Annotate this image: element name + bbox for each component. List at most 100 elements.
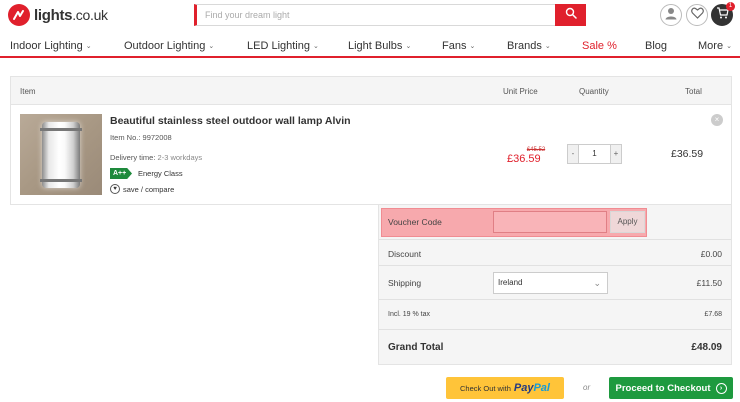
nav-item-label: Fans (442, 40, 467, 52)
quantity-input[interactable]: 1 (578, 145, 611, 163)
search-bar (194, 4, 586, 26)
item-no-label: Item No.: (110, 133, 141, 142)
nav-item-label: Brands (507, 40, 542, 52)
column-item: Item (20, 87, 36, 96)
main-nav: Indoor Lighting ⌄ Outdoor Lighting ⌄ LED L… (0, 36, 740, 58)
delivery-value: 2-3 workdays (157, 153, 203, 162)
chevron-down-icon: ⌄ (593, 278, 601, 288)
nav-item-blog[interactable]: Blog (645, 40, 667, 52)
search-icon (565, 6, 577, 24)
wishlist-button[interactable] (686, 4, 708, 26)
search-input[interactable] (197, 5, 553, 25)
proceed-label: Proceed to Checkout (615, 382, 711, 394)
nav-item-label: More (698, 40, 724, 52)
shipping-value: £11.50 (696, 278, 722, 288)
nav-item-sale[interactable]: Sale % (582, 40, 617, 52)
column-quantity: Quantity (579, 87, 609, 96)
cart-row: Beautiful stainless steel outdoor wall l… (11, 105, 731, 205)
save-compare-label: save / compare (123, 184, 175, 194)
nav-item-more[interactable]: More ⌄ (698, 40, 732, 52)
arrow-right-icon: › (715, 382, 727, 394)
grand-total-label: Grand Total (388, 342, 444, 353)
quantity-increase-button[interactable]: + (611, 145, 621, 163)
shipping-row: Shipping Ireland ⌄ £11.50 (379, 266, 731, 300)
paypal-logo: PayPal (514, 382, 550, 394)
chevron-down-icon: ⌄ (208, 43, 215, 50)
delivery-time: Delivery time: 2-3 workdays (110, 153, 202, 162)
nav-item-indoor-lighting[interactable]: Indoor Lighting ⌄ (10, 40, 92, 52)
nav-item-label: Sale % (582, 40, 617, 52)
paypal-logo-pal: Pal (533, 382, 550, 394)
user-icon (664, 6, 678, 25)
nav-item-label: Blog (645, 40, 668, 52)
nav-item-light-bulbs[interactable]: Light Bulbs ⌄ (348, 40, 411, 52)
tax-value: £7.68 (704, 311, 722, 318)
voucher-label: Voucher Code (388, 217, 442, 227)
remove-item-button[interactable]: × (711, 114, 723, 126)
energy-rating-badge: A++ (110, 168, 132, 179)
voucher-row: Voucher Code Apply (379, 205, 731, 240)
chevron-down-icon: ⌄ (405, 43, 412, 50)
paypal-checkout-button[interactable]: Check Out with PayPal (446, 377, 564, 399)
grand-total-row: Grand Total £48.09 (379, 330, 731, 364)
nav-item-brands[interactable]: Brands ⌄ (507, 40, 551, 52)
nav-item-label: LED Lighting (247, 40, 310, 52)
discount-value: £0.00 (700, 249, 722, 259)
chevron-down-icon: ⌄ (85, 43, 92, 50)
chevron-down-icon: ⌄ (469, 43, 476, 50)
heart-icon (690, 6, 704, 24)
discount-row: Discount £0.00 (379, 240, 731, 266)
cart-table: Item Unit Price Quantity Total Beautiful… (10, 76, 732, 205)
order-summary: Voucher Code Apply Discount £0.00 Shippi… (378, 205, 732, 365)
product-item-no: Item No.: 9972008 (110, 133, 172, 142)
paypal-prefix: Check Out with (460, 383, 511, 393)
product-title[interactable]: Beautiful stainless steel outdoor wall l… (110, 115, 351, 127)
nav-item-label: Light Bulbs (348, 40, 403, 52)
or-separator: or (583, 383, 591, 392)
chevron-down-icon: ⌄ (726, 43, 732, 50)
shipping-country-select[interactable]: Ireland ⌄ (493, 272, 608, 294)
nav-item-led-lighting[interactable]: LED Lighting ⌄ (247, 40, 319, 52)
line-total: £36.59 (671, 148, 704, 160)
tax-row: Incl. 19 % tax £7.68 (379, 300, 731, 330)
product-image[interactable] (20, 114, 102, 195)
proceed-to-checkout-button[interactable]: Proceed to Checkout › (609, 377, 733, 399)
heart-icon: ♥ (110, 184, 120, 194)
column-total: Total (685, 87, 702, 96)
tax-label: Incl. 19 % tax (388, 311, 431, 318)
column-unit-price: Unit Price (503, 87, 538, 96)
cart-count-badge: 1 (726, 2, 735, 11)
apply-voucher-button[interactable]: Apply (610, 211, 645, 233)
cart-button[interactable]: 1 (711, 2, 735, 26)
unit-price: £36.59 (507, 153, 541, 165)
nav-item-label: Indoor Lighting (10, 40, 83, 52)
nav-item-label: Outdoor Lighting (124, 40, 206, 52)
shipping-label: Shipping (388, 278, 422, 288)
account-button[interactable] (660, 4, 682, 26)
energy-class-label: Energy Class (138, 169, 183, 178)
delivery-label: Delivery time: (110, 153, 156, 162)
item-no-value: 9972008 (142, 133, 172, 142)
chevron-down-icon: ⌄ (544, 43, 551, 50)
search-button[interactable] (555, 4, 586, 26)
chevron-down-icon: ⌄ (313, 43, 319, 50)
site-header: lights.co.uk 1 (0, 0, 740, 32)
quantity-decrease-button[interactable]: - (568, 145, 578, 163)
logo-icon (8, 4, 30, 26)
site-logo[interactable]: lights.co.uk (8, 3, 108, 27)
logo-name: lights (34, 6, 73, 24)
logo-text: lights.co.uk (34, 7, 108, 24)
paypal-logo-pay: Pay (513, 382, 534, 394)
logo-domain: .co.uk (72, 6, 108, 23)
discount-label: Discount (388, 249, 422, 259)
lamp-illustration (40, 122, 82, 188)
energy-class: A++ Energy Class (110, 168, 183, 179)
save-compare-link[interactable]: ♥ save / compare (110, 184, 174, 194)
voucher-code-input[interactable] (493, 211, 607, 233)
cart-table-header: Item Unit Price Quantity Total (11, 77, 731, 105)
quantity-stepper: - 1 + (567, 144, 622, 164)
nav-item-fans[interactable]: Fans ⌄ (442, 40, 475, 52)
nav-item-outdoor-lighting[interactable]: Outdoor Lighting ⌄ (124, 40, 214, 52)
grand-total-value: £48.09 (691, 342, 722, 353)
shipping-country-value: Ireland (498, 278, 523, 287)
